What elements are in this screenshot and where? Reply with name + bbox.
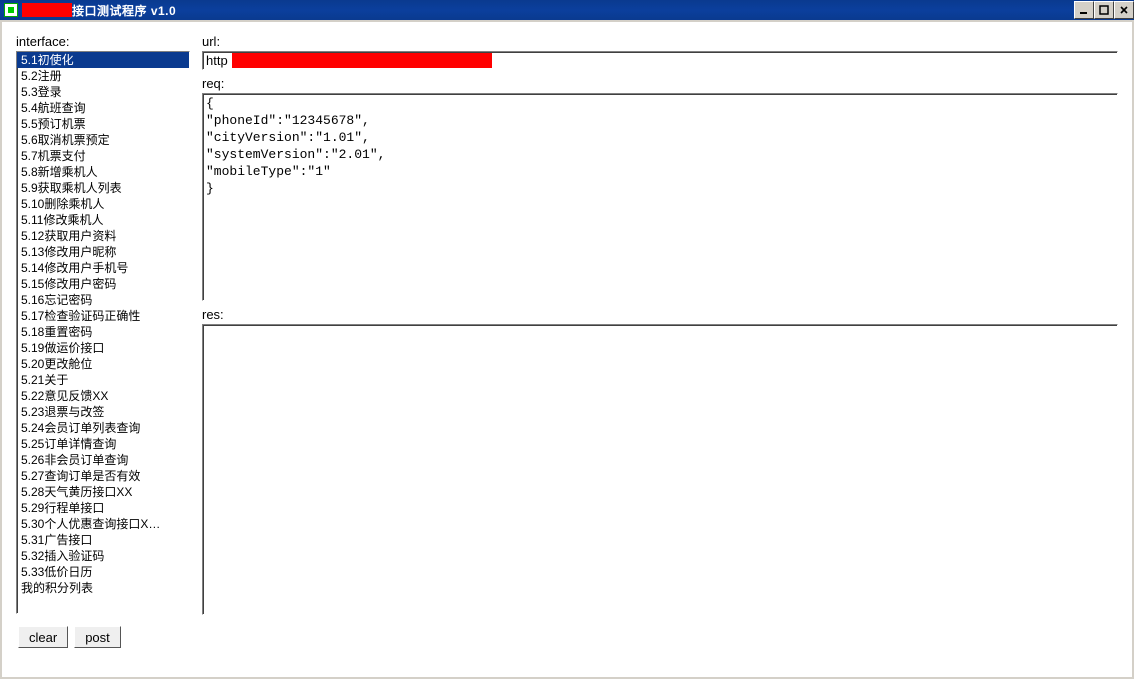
list-item[interactable]: 5.23退票与改签 (17, 404, 189, 420)
interface-listbox[interactable]: 5.1初使化5.2注册5.3登录5.4航班查询5.5预订机票5.6取消机票预定5… (16, 51, 190, 614)
list-item[interactable]: 5.17检查验证码正确性 (17, 308, 189, 324)
list-item[interactable]: 5.8新增乘机人 (17, 164, 189, 180)
list-item[interactable]: 5.25订单详情查询 (17, 436, 189, 452)
url-label: url: (202, 34, 1118, 49)
req-label: req: (202, 76, 1118, 91)
window-buttons (1074, 0, 1134, 20)
list-item[interactable]: 5.30个人优惠查询接口X… (17, 516, 189, 532)
post-button[interactable]: post (74, 626, 121, 648)
list-item[interactable]: 5.4航班查询 (17, 100, 189, 116)
list-item[interactable]: 5.7机票支付 (17, 148, 189, 164)
list-item[interactable]: 5.33低价日历 (17, 564, 189, 580)
list-item[interactable]: 我的积分列表 (17, 580, 189, 596)
list-item[interactable]: 5.11修改乘机人 (17, 212, 189, 228)
app-icon (4, 3, 18, 17)
list-item[interactable]: 5.24会员订单列表查询 (17, 420, 189, 436)
url-redacted (232, 53, 492, 68)
res-label: res: (202, 307, 1118, 322)
req-textarea[interactable] (202, 93, 1118, 301)
list-item[interactable]: 5.22意见反馈XX (17, 388, 189, 404)
minimize-button[interactable] (1074, 1, 1094, 19)
list-item[interactable]: 5.16忘记密码 (17, 292, 189, 308)
close-button[interactable] (1114, 1, 1134, 19)
list-item[interactable]: 5.19做运价接口 (17, 340, 189, 356)
title-redacted (22, 3, 72, 17)
title-bar: 接口测试程序 v1.0 (0, 0, 1134, 20)
list-item[interactable]: 5.21关于 (17, 372, 189, 388)
clear-button[interactable]: clear (18, 626, 68, 648)
list-item[interactable]: 5.27查询订单是否有效 (17, 468, 189, 484)
list-item[interactable]: 5.10删除乘机人 (17, 196, 189, 212)
interface-label: interface: (16, 34, 190, 49)
list-item[interactable]: 5.26非会员订单查询 (17, 452, 189, 468)
maximize-button[interactable] (1094, 1, 1114, 19)
list-item[interactable]: 5.13修改用户昵称 (17, 244, 189, 260)
list-item[interactable]: 5.5预订机票 (17, 116, 189, 132)
list-item[interactable]: 5.18重置密码 (17, 324, 189, 340)
list-item[interactable]: 5.9获取乘机人列表 (17, 180, 189, 196)
list-item[interactable]: 5.29行程单接口 (17, 500, 189, 516)
list-item[interactable]: 5.14修改用户手机号 (17, 260, 189, 276)
list-item[interactable]: 5.32插入验证码 (17, 548, 189, 564)
res-textarea[interactable] (202, 324, 1118, 615)
list-item[interactable]: 5.2注册 (17, 68, 189, 84)
list-item[interactable]: 5.28天气黄历接口XX (17, 484, 189, 500)
list-item[interactable]: 5.3登录 (17, 84, 189, 100)
list-item[interactable]: 5.12获取用户资料 (17, 228, 189, 244)
window-title: 接口测试程序 v1.0 (72, 2, 176, 19)
list-item[interactable]: 5.6取消机票预定 (17, 132, 189, 148)
list-item[interactable]: 5.20更改舱位 (17, 356, 189, 372)
list-item[interactable]: 5.15修改用户密码 (17, 276, 189, 292)
list-item[interactable]: 5.1初使化 (17, 52, 189, 68)
client-area: interface: 5.1初使化5.2注册5.3登录5.4航班查询5.5预订机… (0, 20, 1134, 679)
list-item[interactable]: 5.31广告接口 (17, 532, 189, 548)
